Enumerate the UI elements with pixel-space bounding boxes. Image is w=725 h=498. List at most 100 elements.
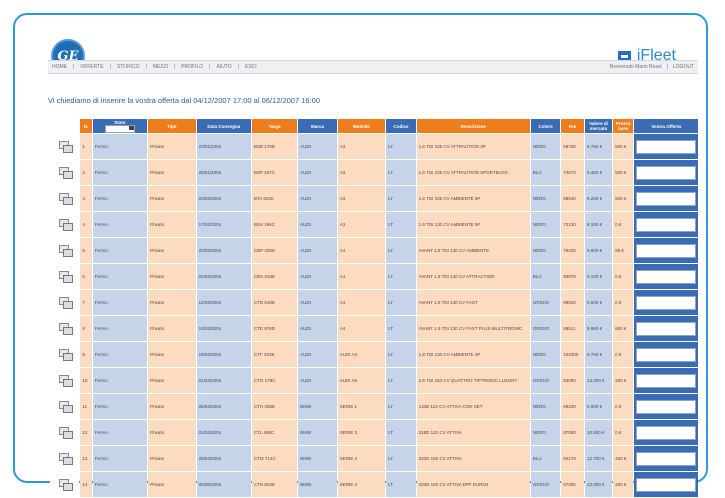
row-color: GRIGIO [530,368,561,393]
copy-document-icon[interactable] [58,453,73,465]
row-km: 104300 [561,342,584,367]
offer-input[interactable] [636,269,696,284]
status-filter-select[interactable] [104,124,135,133]
row-base-price: 0 € [613,212,634,237]
row-plate: CBS 518E [251,264,298,289]
row-make: AUDI [298,342,337,367]
row-status: Fermo [92,368,148,393]
copy-document-icon[interactable] [58,297,73,309]
row-base-price: 0 € [613,290,634,315]
col-code: Codice [386,119,416,133]
offer-cell [634,238,698,263]
offer-input[interactable] [636,165,696,180]
nav-item-3[interactable]: STORICO [117,64,140,70]
copy-document-icon[interactable] [58,167,73,179]
offer-input[interactable] [636,451,696,466]
copy-document-icon[interactable] [58,479,73,491]
row-code: LT [386,394,416,419]
nav-item-2[interactable]: OFFERTE [80,64,103,70]
row-market-value: 8.750 € [584,134,613,159]
nav-item-7[interactable]: ESCI [245,64,257,70]
row-code: LT [386,290,416,315]
offer-input[interactable] [636,425,696,440]
offer-input[interactable] [636,139,696,154]
row-type: Privato [148,420,196,445]
welcome-text: Benvenuto Mario Rossi [609,64,662,70]
row-base-price: 0 € [613,264,634,289]
row-km: 74670 [561,160,584,185]
row-plate: CTG 178C [251,368,298,393]
row-number: 6 [80,264,92,289]
table-row: 4 Fermo Privato 17/02/2004 BSX 196C AUDI A3 LT 1… [50,212,698,237]
offer-cell [634,316,698,341]
nav-item-5[interactable]: PROFILO [181,64,203,70]
offer-input[interactable] [636,217,696,232]
nav-bar: HOME | OFFERTE | STORICO | MEZZI | PROFILO | AIUTO… [48,60,698,74]
table-row: 2 Fermo Privato 28/01/2004 BSP 467C AUDI A3 LT 1… [50,160,698,185]
row-type: Privato [148,238,196,263]
offer-input[interactable] [636,373,696,388]
row-type: Privato [148,368,196,393]
nav-item-1[interactable]: HOME [52,64,67,70]
row-base-price: 0 € [613,420,634,445]
row-type: Privato [148,264,196,289]
row-km: 58750 [561,134,584,159]
row-code: LT [386,186,416,211]
row-status: Fermo [92,420,148,445]
row-market-value: 9.100 € [584,264,613,289]
row-code: LT [386,342,416,367]
row-color: GRIGIO [530,290,561,315]
offer-input[interactable] [636,477,696,492]
copy-document-icon[interactable] [58,427,73,439]
copy-document-icon[interactable] [58,375,73,387]
row-model: SERIE 3 [337,420,386,445]
row-date: 18/03/2004 [196,316,251,341]
col-your-offer: Vostra Offerta [634,119,698,133]
table-row: 10 Fermo Privato 01/04/2004 CTG 178C AUDI AUDI… [50,368,698,393]
row-action-cell [50,316,80,341]
copy-document-icon[interactable] [58,271,73,283]
col-km: Km [561,119,584,133]
row-number: 4 [80,212,92,237]
row-status: Fermo [92,238,148,263]
row-color: NERO [530,342,561,367]
header-icon-col [50,119,80,133]
offer-input[interactable] [636,243,696,258]
row-model: A4 [337,316,386,341]
offer-input[interactable] [636,191,696,206]
offer-input[interactable] [636,321,696,336]
row-number: 8 [80,316,92,341]
table-body: 1 Fermo Privato 23/01/2004 BSB 178D AUDI A3 LT 1… [50,134,698,497]
nav-item-4[interactable]: MEZZI [153,64,168,70]
row-action-cell [50,264,80,289]
logout-link[interactable]: LOGOUT [673,64,694,70]
offer-input[interactable] [636,347,696,362]
copy-document-icon[interactable] [58,401,73,413]
row-km: 92170 [561,446,584,471]
copy-document-icon[interactable] [58,245,73,257]
table-row: 12 Fermo Privato 21/04/2004 CTL 496C BMW SERIE… [50,420,698,445]
copy-document-icon[interactable] [58,349,73,361]
row-plate: BTA 523C [251,186,298,211]
col-date: Data Consegna [196,119,251,133]
row-status: Fermo [92,186,148,211]
row-km: 93870 [561,264,584,289]
copy-document-icon[interactable] [58,193,73,205]
row-make: AUDI [298,368,337,393]
row-type: Privato [148,316,196,341]
nav-item-6[interactable]: AIUTO [216,64,231,70]
row-date: 21/04/2004 [196,420,251,445]
copy-document-icon[interactable] [58,323,73,335]
table-row: 9 Fermo Privato 19/03/2004 CTF 263E AUDI AUDI … [50,342,698,367]
offer-input[interactable] [636,295,696,310]
table-row: 5 Fermo Privato 20/02/2004 CBP 438D AUDI A4 LT A… [50,238,698,263]
row-base-price: 98 € [613,238,634,263]
col-status[interactable]: Stato [92,119,148,133]
offer-input[interactable] [636,399,696,414]
copy-document-icon[interactable] [58,219,73,231]
row-market-value: 8.100 € [584,212,613,237]
copy-document-icon[interactable] [58,141,73,153]
row-market-value: 9.700 € [584,342,613,367]
row-description: 1.6 TDI 105 CV AMBIENTE 5P [416,186,530,211]
nav-separator: | [173,64,176,70]
